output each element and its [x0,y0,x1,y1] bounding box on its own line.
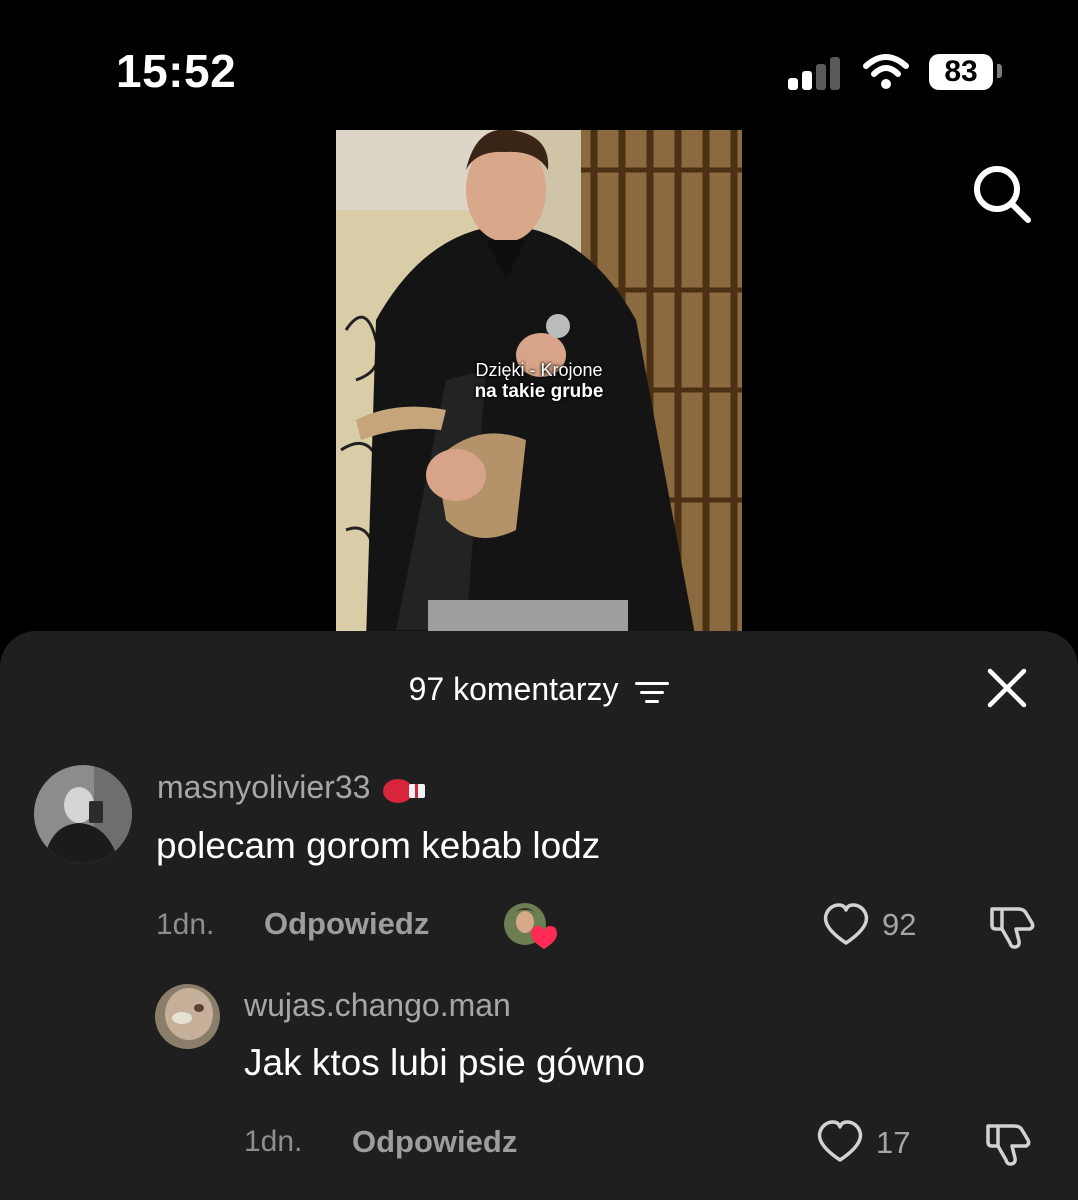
video-caption-line2: na takie grube [474,381,604,402]
comment-age: 1dn. [244,1125,303,1158]
video-caption-line1: Dzięki - Krojone [475,360,603,380]
like-count: 92 [882,907,917,942]
avatar[interactable] [155,984,220,1049]
comments-header: 97 komentarzy [0,671,1078,708]
like-count: 17 [876,1125,911,1160]
comments-sheet: 97 komentarzy masnyolivier33 polecam gor… [0,631,1078,1200]
comment-username[interactable]: wujas.chango.man [244,987,511,1024]
like-heart-icon[interactable] [816,1120,864,1164]
comment-text: Jak ktos lubi psie gówno [244,1042,646,1083]
dislike-icon[interactable] [988,903,1036,951]
reply-button[interactable]: Odpowiedz [352,1124,517,1160]
avatar[interactable] [34,765,132,863]
status-time: 15:52 [116,45,237,97]
comment-age: 1dn. [156,908,215,941]
creator-liked-badge [504,903,557,949]
battery-icon: 83 [929,54,993,90]
boxing-glove-icon [383,778,426,803]
reply-button[interactable]: Odpowiedz [264,906,429,942]
close-icon[interactable] [986,667,1028,709]
battery-tip [997,64,1002,78]
comments-count-title: 97 komentarzy [408,671,619,707]
status-bar: 15:52 83 [0,0,1078,130]
dislike-icon[interactable] [984,1120,1032,1168]
comment-username[interactable]: masnyolivier33 [157,769,427,806]
comment-text: polecam gorom kebab lodz [156,825,601,866]
search-icon[interactable] [970,162,1034,226]
signal-icon [788,56,842,90]
filter-icon[interactable] [635,680,670,704]
video-player[interactable]: Dzięki - Krojone na takie grube [336,130,742,640]
like-heart-icon[interactable] [822,903,870,947]
wifi-icon [863,54,909,89]
